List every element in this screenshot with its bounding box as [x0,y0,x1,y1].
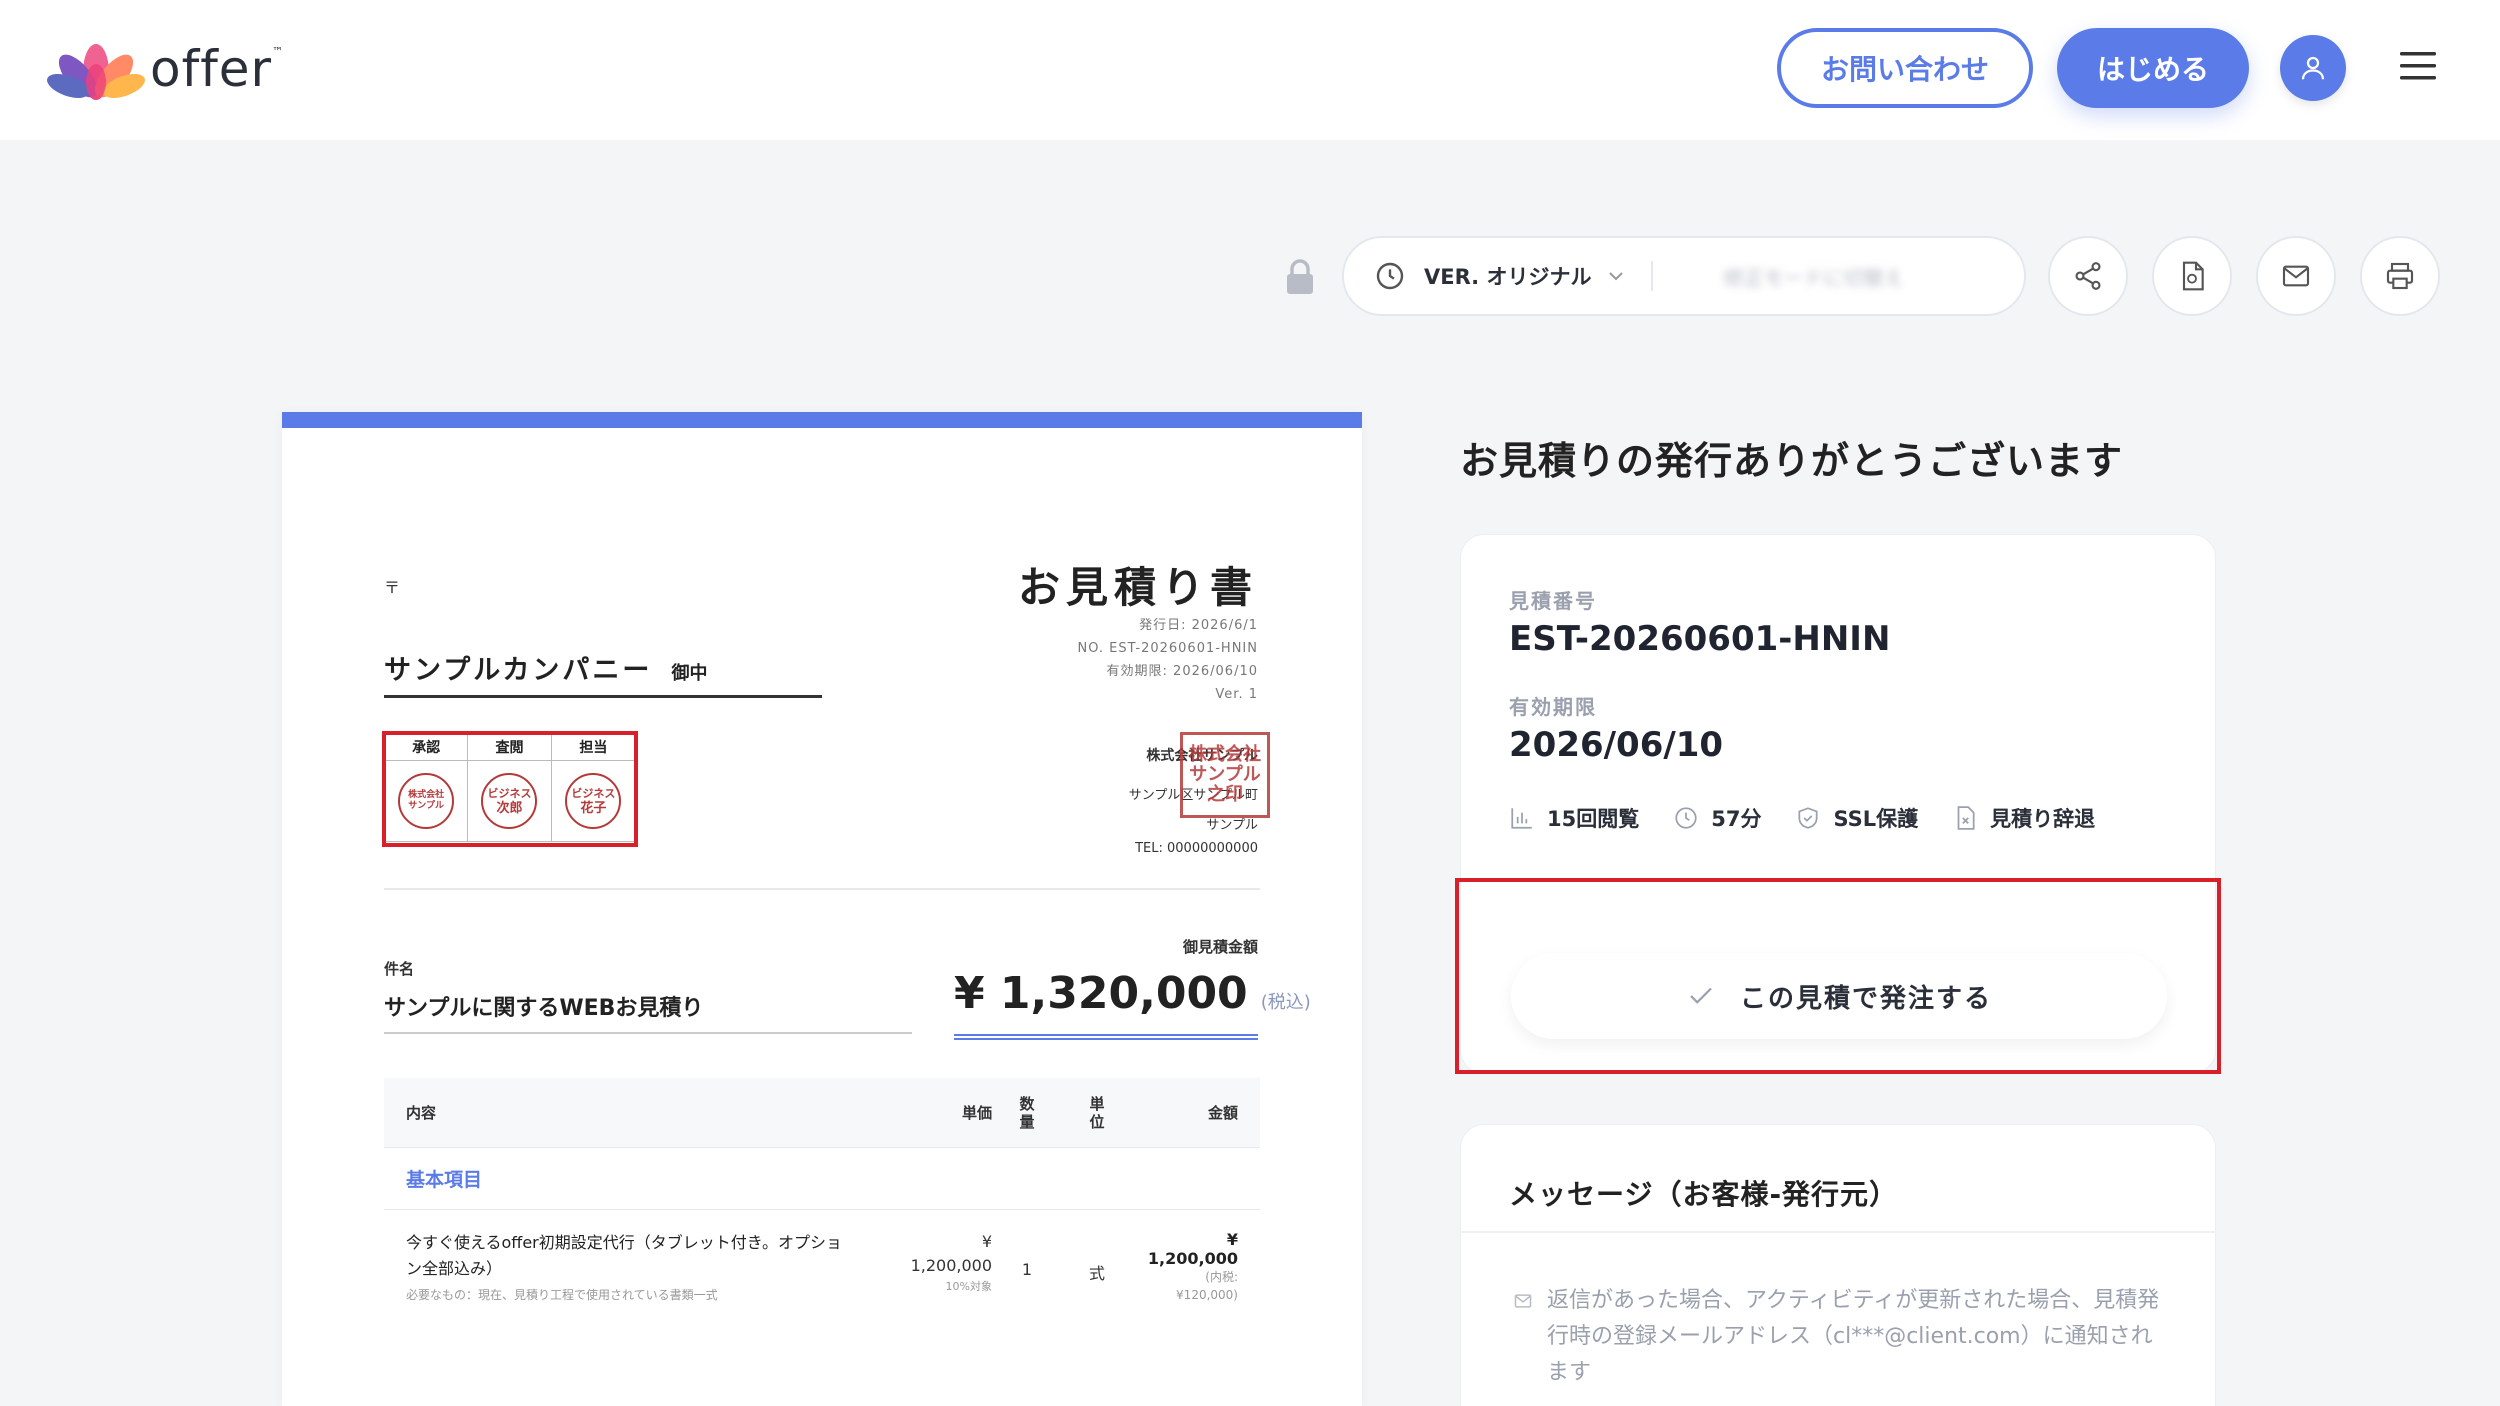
row-note: 必要なもの：現在、見積り工程で使用されている書類一式 [406,1288,718,1302]
issue-date: 発行日: 2026/6/1 [1139,618,1258,633]
message-divider [1461,1231,2217,1233]
row-unit: 式 [1088,1264,1105,1283]
table-header: 内容 単価 数量 単位 金額 [384,1078,1260,1148]
decline-estimate-link[interactable]: 見積り辞退 [1952,803,2095,833]
row-price-symbol: ¥ [981,1232,992,1251]
total-amount-tax-note: (税込) [1260,992,1311,1013]
message-title: メッセージ（お客様-発行元） [1509,1178,1899,1211]
views-stat: 15回閲覧 [1509,803,1639,833]
recipient-suffix: 御中 [671,663,708,684]
shield-icon [1798,807,1819,829]
mail-button[interactable] [2256,236,2336,316]
order-highlight-box [1455,878,2221,1074]
document-version: Ver. 1 [1215,687,1258,702]
total-amount: ¥ 1,320,000 (税込) [954,968,1311,1040]
site-header: offer ™ お問い合わせ はじめる [0,0,2500,140]
col-amount: 金額 [1207,1104,1238,1122]
row-qty: 1 [1021,1260,1033,1279]
lock-icon [1287,259,1313,294]
chevron-down-icon [1609,272,1624,281]
valid-date-label: 有効期限 [1509,695,1597,719]
thanks-heading: お見積りの発行ありがとうございます [1460,439,2124,483]
edit-mode-toggle[interactable]: 修正モードに切替え [1723,262,1903,291]
document-accent-bar [282,412,1362,428]
col-qty: 数量 [1019,1094,1035,1131]
divider [1651,261,1654,291]
mail-icon [2282,265,2310,287]
document-divider [384,888,1260,890]
pdf-button[interactable] [2152,236,2232,316]
stamps-highlight-box [382,731,638,847]
clock-icon [1376,262,1404,290]
valid-until: 有効期限: 2026/06/10 [1106,664,1258,679]
valid-date-value: 2026/06/10 [1509,725,1724,765]
time-stat: 57分 [1673,803,1761,833]
row-price: 1,200,000 [910,1256,992,1275]
logo-text: offer [150,40,273,98]
table-row: 今すぐ使えるoffer初期設定代行（タブレット付き。オプション全部込み） 必要な… [384,1210,1260,1304]
issuer-tel: TEL: 00000000000 [1135,841,1258,856]
recipient-name: サンプルカンパニー [384,655,653,686]
start-button[interactable]: はじめる [2057,28,2249,108]
company-seal: 株式会社サンプル之印 [1180,732,1270,818]
user-avatar-button[interactable] [2280,35,2346,101]
menu-icon[interactable] [2398,46,2438,86]
logo-trademark: ™ [272,44,284,58]
share-icon [2075,262,2101,290]
contact-button[interactable]: お問い合わせ [1777,28,2033,108]
issuer-address-2: サンプル [1206,818,1258,833]
total-amount-value: ¥ 1,320,000 [954,968,1248,1019]
stats-row: 15回閲覧 57分 SSL保護 見積り辞退 [1509,803,2095,833]
document-meta: 発行日: 2026/6/1 NO. EST-20260601-HNIN 有効期限… [1077,614,1258,706]
chart-icon [1511,808,1532,829]
logo-icon [47,44,145,100]
mail-small-icon [1514,1294,1532,1308]
pdf-icon [2182,261,2204,291]
subject-label: 件名 [384,960,415,978]
subject-value: サンプルに関するWEBお見積り [384,990,912,1034]
table-section-title: 基本項目 [384,1148,1260,1210]
estimate-number-label: 見積番号 [1509,589,1597,613]
version-selector[interactable]: VER. オリジナル 修正モードに切替え [1342,236,2026,316]
file-x-icon [1957,806,1975,830]
print-button[interactable] [2360,236,2440,316]
postal-mark: 〒 [384,578,401,597]
col-price: 単価 [961,1104,992,1122]
logo[interactable]: offer ™ [46,34,283,104]
estimate-number-value: EST-20260601-HNIN [1509,619,1891,659]
row-amount-tax-value: ¥120,000) [1176,1288,1238,1302]
ssl-stat: SSL保護 [1795,803,1918,833]
print-icon [2386,262,2414,290]
row-amount-tax-label: (内税: [1205,1270,1238,1284]
document-title: お見積り書 [1017,563,1258,612]
message-notice: 返信があった場合、アクティビティが更新された場合、見積発行時の登録メールアドレス… [1513,1283,2173,1391]
row-amount: ¥ 1,200,000 [1147,1230,1238,1268]
clock-icon [1675,807,1697,829]
estimate-number: NO. EST-20260601-HNIN [1077,641,1258,656]
col-unit: 単位 [1089,1094,1105,1131]
col-desc: 内容 [406,1104,437,1122]
line-items-table: 内容 単価 数量 単位 金額 基本項目 今すぐ使えるoffer初期設定代行（タブ… [384,1078,1260,1304]
message-card: メッセージ（お客様-発行元） 返信があった場合、アクティビティが更新された場合、… [1460,1124,2217,1406]
row-description: 今すぐ使えるoffer初期設定代行（タブレット付き。オプション全部込み） [406,1233,842,1278]
version-label: VER. オリジナル [1424,265,1592,289]
amount-label: 御見積金額 [1182,938,1258,956]
estimate-document: 〒 サンプルカンパニー 御中 承認 査閲 担当 株式会社 サンプル ビジネス 次… [282,412,1362,1406]
recipient: サンプルカンパニー 御中 [384,648,822,698]
share-button[interactable] [2048,236,2128,316]
user-icon [2301,56,2325,80]
row-price-tax-rate: 10%対象 [945,1280,992,1293]
